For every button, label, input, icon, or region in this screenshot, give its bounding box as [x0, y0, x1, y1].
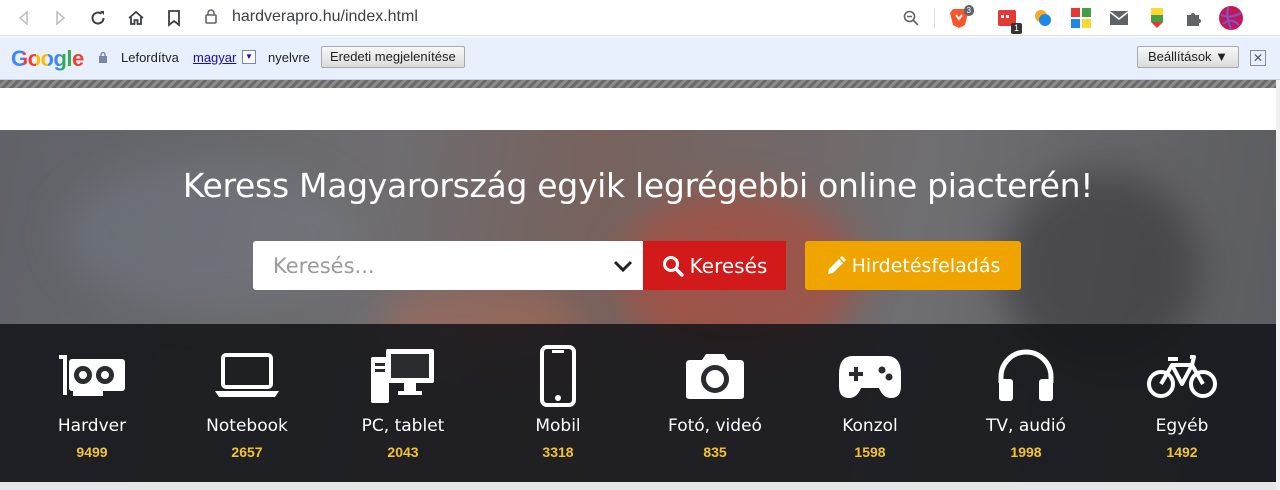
- category-count: 2043: [387, 444, 419, 460]
- category-count: 9499: [76, 444, 108, 460]
- hero-section: Keress Magyarország egyik legrégebbi onl…: [0, 130, 1276, 482]
- search-box: [253, 241, 643, 290]
- headphones-icon: [956, 346, 1096, 406]
- back-icon[interactable]: [12, 6, 36, 30]
- category-mobil[interactable]: Mobil 3318: [488, 345, 628, 460]
- forward-icon[interactable]: [48, 6, 72, 30]
- category-name: Mobil: [535, 416, 581, 436]
- category-count: 1998: [1010, 444, 1042, 460]
- page-scrollbar[interactable]: [1276, 80, 1280, 490]
- category-name: Notebook: [206, 416, 288, 436]
- reload-icon[interactable]: [86, 6, 110, 30]
- home-icon[interactable]: [124, 6, 148, 30]
- category-count: 3318: [542, 444, 574, 460]
- category-notebook[interactable]: Notebook 2657: [177, 346, 317, 460]
- brave-badge: 3: [963, 5, 974, 16]
- address-bar[interactable]: hardverapro.hu/index.html: [232, 5, 418, 29]
- search-button-label: Keresés: [689, 253, 768, 278]
- extensions-puzzle-icon[interactable]: [1180, 5, 1206, 31]
- mobile-phone-icon: [488, 345, 628, 407]
- category-tv-audio[interactable]: TV, audió 1998: [956, 346, 1096, 460]
- category-name: Fotó, videó: [668, 416, 762, 436]
- translated-label: Lefordítva: [121, 50, 179, 65]
- brave-rewards-icon[interactable]: 3: [946, 5, 974, 31]
- category-bar: Hardver 9499 Notebook 2657 PC, tablet 20…: [0, 324, 1276, 482]
- desktop-pc-icon: [333, 346, 473, 406]
- lock-small-icon: [98, 51, 108, 69]
- toolbar-divider: [934, 8, 935, 28]
- post-ad-button-label: Hirdetésfeladás: [851, 254, 1001, 277]
- category-count: 835: [703, 444, 727, 460]
- bicycle-icon: [1112, 346, 1252, 406]
- separator-stripe: [0, 80, 1280, 88]
- search-input[interactable]: [253, 241, 603, 290]
- category-pc-tablet[interactable]: PC, tablet 2043: [333, 346, 473, 460]
- calendar-ext-icon[interactable]: 1: [994, 5, 1022, 34]
- gamepad-icon: [800, 346, 940, 406]
- post-ad-button[interactable]: Hirdetésfeladás: [805, 241, 1021, 290]
- laptop-icon: [177, 346, 317, 406]
- language-suffix: nyelvre: [268, 50, 310, 65]
- browser-toolbar: hardverapro.hu/index.html 3 1: [0, 0, 1280, 36]
- pencil-icon: [827, 255, 846, 274]
- page-bottom-edge: [0, 482, 1276, 490]
- category-foto-video[interactable]: Fotó, videó 835: [645, 346, 785, 460]
- google-logo: Google: [11, 46, 84, 72]
- s3-ext-icon[interactable]: [1068, 5, 1094, 31]
- category-name: Egyéb: [1155, 416, 1209, 436]
- mail-icon[interactable]: [1106, 5, 1132, 31]
- category-name: TV, audió: [986, 416, 1066, 436]
- category-count: 2657: [231, 444, 263, 460]
- camera-icon: [645, 346, 785, 406]
- lock-icon[interactable]: [204, 8, 218, 29]
- show-original-button[interactable]: Eredeti megjelenítése: [321, 46, 465, 68]
- close-translate-icon[interactable]: ✕: [1250, 50, 1266, 66]
- category-count: 1598: [854, 444, 886, 460]
- search-icon: [662, 255, 684, 277]
- hero-title: Keress Magyarország egyik legrégebbi onl…: [182, 166, 1094, 205]
- zoom-icon[interactable]: [898, 5, 924, 31]
- category-name: PC, tablet: [361, 416, 445, 436]
- category-count: 1492: [1166, 444, 1198, 460]
- language-dropdown-icon[interactable]: ▼: [242, 50, 256, 64]
- bookmark-ext-icon[interactable]: [1144, 5, 1170, 31]
- language-link[interactable]: magyar: [193, 50, 236, 65]
- translate-settings-button[interactable]: Beállítások ▼: [1137, 46, 1239, 68]
- category-name: Konzol: [842, 416, 898, 436]
- calendar-badge: 1: [1010, 23, 1022, 34]
- category-hardver[interactable]: Hardver 9499: [22, 346, 162, 460]
- search-button[interactable]: Keresés: [643, 241, 786, 290]
- category-konzol[interactable]: Konzol 1598: [800, 346, 940, 460]
- weather-ext-icon[interactable]: [1030, 5, 1056, 31]
- chevron-down-icon[interactable]: [611, 255, 635, 277]
- bookmark-icon[interactable]: [162, 6, 186, 30]
- google-logo-text: Google: [11, 46, 84, 71]
- category-name: Hardver: [57, 416, 127, 436]
- translate-bar: Google Lefordítva magyar ▼ nyelvre Erede…: [0, 37, 1280, 80]
- profile-avatar[interactable]: [1218, 5, 1244, 31]
- graphics-card-icon: [22, 346, 162, 406]
- category-egyeb[interactable]: Egyéb 1492: [1112, 346, 1252, 460]
